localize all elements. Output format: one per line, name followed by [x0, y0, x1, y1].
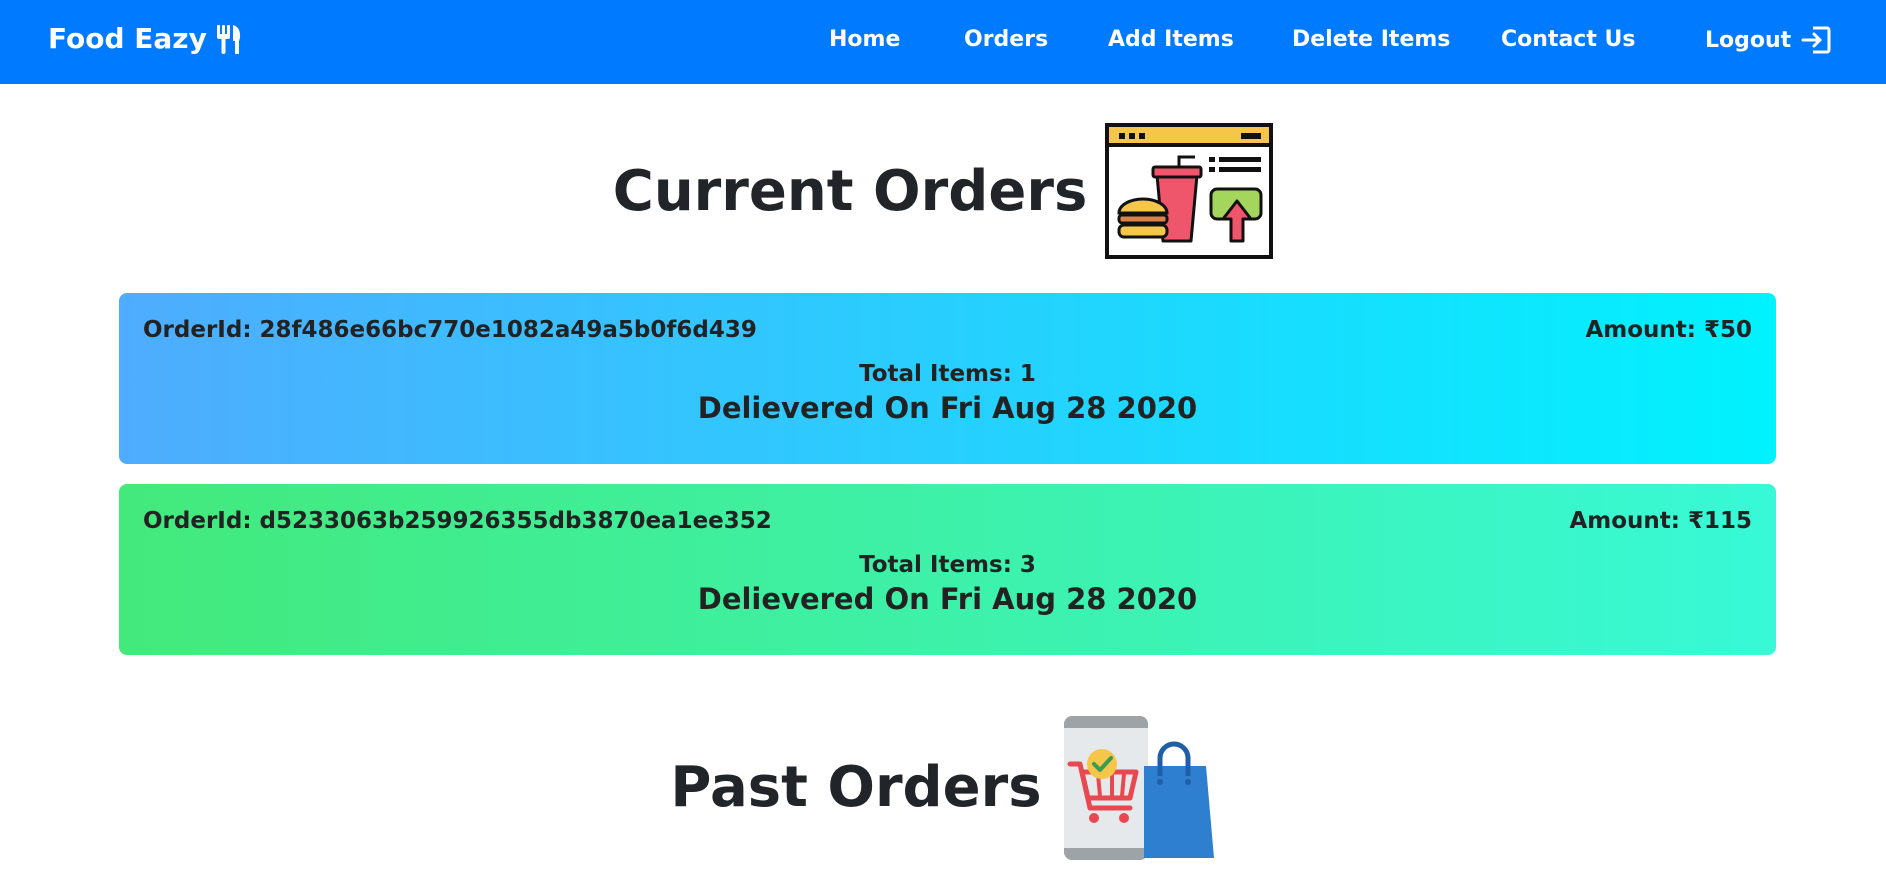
order-card: OrderId: 28f486e66bc770e1082a49a5b0f6d43…	[119, 293, 1776, 464]
order-id: OrderId: d5233063b259926355db3870ea1ee35…	[143, 508, 772, 534]
current-orders-title: Current Orders	[612, 158, 1088, 224]
current-orders-heading: Current Orders	[0, 122, 1886, 260]
navbar: Food Eazy Home Orders Add Items Delete I…	[0, 0, 1886, 84]
order-amount: Amount: ₹115	[1569, 508, 1752, 534]
past-orders-heading: Past Orders	[0, 712, 1886, 862]
nav-home[interactable]: Home	[829, 27, 900, 52]
brand-name: Food Eazy	[48, 22, 207, 55]
nav-delete-items[interactable]: Delete Items	[1292, 27, 1450, 52]
order-id: OrderId: 28f486e66bc770e1082a49a5b0f6d43…	[143, 317, 757, 343]
order-delivered-date: Delievered On Fri Aug 28 2020	[697, 391, 1198, 425]
nav-add-items[interactable]: Add Items	[1108, 27, 1234, 52]
order-amount: Amount: ₹50	[1585, 317, 1752, 343]
logout-button[interactable]: Logout	[1705, 25, 1831, 55]
utensils-icon	[216, 24, 240, 54]
order-delivered-date: Delievered On Fri Aug 28 2020	[697, 582, 1198, 616]
nav-contact-us[interactable]: Contact Us	[1501, 27, 1635, 52]
order-total-items: Total Items: 1	[859, 361, 1036, 387]
nav-orders[interactable]: Orders	[964, 27, 1048, 52]
logout-label: Logout	[1705, 27, 1792, 53]
order-card: OrderId: d5233063b259926355db3870ea1ee35…	[119, 484, 1776, 655]
order-total-items: Total Items: 3	[859, 552, 1036, 578]
brand-link[interactable]: Food Eazy	[48, 22, 243, 55]
shopping-icon	[1063, 716, 1214, 860]
sign-out-icon	[1801, 26, 1831, 54]
past-orders-title: Past Orders	[670, 754, 1042, 820]
food-order-icon	[1105, 123, 1274, 259]
